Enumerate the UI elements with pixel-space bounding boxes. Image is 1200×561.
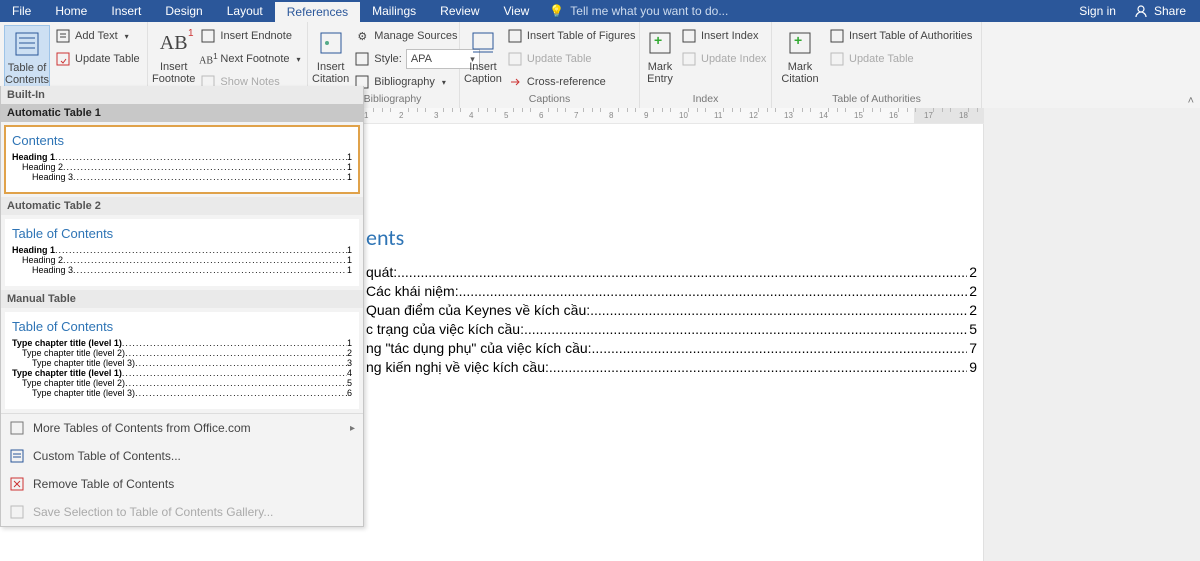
collapse-ribbon-button[interactable]: ˄	[1188, 95, 1194, 107]
toc-preview-title: Table of Contents	[12, 319, 352, 334]
sign-in-button[interactable]: Sign in	[1079, 4, 1116, 18]
share-button[interactable]: Share	[1134, 4, 1186, 18]
group-toa: + Mark Citation Insert Table of Authorit…	[772, 22, 982, 109]
toc-entry: quát:...................................…	[366, 263, 977, 282]
tof-icon	[507, 28, 523, 44]
footnote-icon: AB1	[158, 27, 190, 59]
toc-entry: c trạng của việc kích cầu: .............…	[366, 320, 977, 339]
svg-text:+: +	[654, 32, 662, 48]
remove-icon	[9, 476, 25, 492]
toc-label: Table of Contents	[5, 62, 49, 86]
group-index: + Mark Entry Insert Index Update Index I…	[640, 22, 772, 109]
toc-gallery-dropdown: Built-In Automatic Table 1 Contents Head…	[0, 86, 364, 527]
caption-icon	[467, 27, 499, 59]
update-table-button[interactable]: Update Table	[51, 48, 144, 70]
right-margin-area	[984, 108, 1200, 561]
tab-insert[interactable]: Insert	[99, 0, 153, 22]
insert-toa-button[interactable]: Insert Table of Authorities	[825, 25, 976, 47]
endnote-icon	[200, 28, 216, 44]
style-icon	[354, 51, 370, 67]
update-icon	[55, 51, 71, 67]
mark-entry-icon: +	[644, 27, 676, 59]
add-text-icon	[55, 28, 71, 44]
tab-layout[interactable]: Layout	[215, 0, 275, 22]
remove-toc-button[interactable]: Remove Table of Contents	[1, 470, 363, 498]
office-icon	[9, 420, 25, 436]
update-index-button[interactable]: Update Index	[677, 48, 770, 70]
group-label-toa: Table of Authorities	[776, 90, 977, 108]
share-icon	[1134, 4, 1148, 18]
toc-preview-title: Contents	[12, 133, 352, 148]
tab-references[interactable]: References	[275, 0, 360, 22]
next-footnote-button[interactable]: AB1 Next Footnote▾	[196, 48, 304, 70]
add-text-button[interactable]: Add Text▾	[51, 25, 144, 47]
titlebar: File Home Insert Design Layout Reference…	[0, 0, 1200, 22]
lightbulb-icon: 💡	[549, 4, 564, 18]
tab-mailings[interactable]: Mailings	[360, 0, 428, 22]
tab-file[interactable]: File	[0, 0, 43, 22]
insert-index-button[interactable]: Insert Index	[677, 25, 770, 47]
table-of-figures-button[interactable]: Insert Table of Figures	[503, 25, 640, 47]
insert-caption-button[interactable]: Insert Caption	[464, 25, 502, 85]
menu-tabs: File Home Insert Design Layout Reference…	[0, 0, 541, 22]
toc-entry: Các khái niệm: .........................…	[366, 282, 977, 301]
insert-index-icon	[681, 28, 697, 44]
citation-icon	[315, 27, 347, 59]
update-toa-button[interactable]: Update Table	[825, 48, 976, 70]
more-toc-button[interactable]: More Tables of Contents from Office.com▸	[1, 414, 363, 442]
gallery-item-manual[interactable]: Table of Contents Type chapter title (le…	[5, 312, 359, 409]
gallery-item-auto2[interactable]: Table of Contents Heading 1.............…	[5, 219, 359, 286]
tab-home[interactable]: Home	[43, 0, 99, 22]
toc-entry: ng "tác dụng phụ" của việc kích cầu: ...…	[366, 339, 977, 358]
next-footnote-icon: AB1	[200, 51, 216, 67]
svg-text:+: +	[794, 32, 802, 48]
toc-preview-lines: Heading 1...............................…	[12, 245, 352, 275]
toc-icon	[11, 28, 43, 60]
xref-icon	[507, 74, 523, 90]
titlebar-right: Sign in Share	[1079, 0, 1200, 22]
document-content: ents quát:..............................…	[364, 224, 983, 377]
tab-view[interactable]: View	[492, 0, 542, 22]
toc-entry: Quan điểm của Keynes về kích cầu:.......…	[366, 301, 977, 320]
tell-me-placeholder: Tell me what you want to do...	[570, 4, 728, 18]
mark-entry-button[interactable]: + Mark Entry	[644, 25, 676, 85]
mark-citation-button[interactable]: + Mark Citation	[776, 25, 824, 85]
insert-footnote-button[interactable]: AB1 Insert Footnote	[152, 25, 195, 85]
custom-toc-button[interactable]: Custom Table of Contents...	[1, 442, 363, 470]
update-toa-icon	[829, 51, 845, 67]
update-index-icon	[681, 51, 697, 67]
toc-preview-title: Table of Contents	[12, 226, 352, 241]
toc-entry: ng kiến nghị về việc kích cầu: .........…	[366, 358, 977, 377]
gallery-auto2-header: Automatic Table 2	[1, 197, 363, 215]
gallery-commands: More Tables of Contents from Office.com▸…	[1, 413, 363, 526]
save-icon	[9, 504, 25, 520]
custom-toc-icon	[9, 448, 25, 464]
gallery-manual-header: Manual Table	[1, 290, 363, 308]
gallery-auto1-header: Automatic Table 1	[1, 104, 363, 122]
tab-review[interactable]: Review	[428, 0, 491, 22]
group-label-captions: Captions	[464, 90, 635, 108]
tab-design[interactable]: Design	[153, 0, 214, 22]
document-area[interactable]: ents quát:..............................…	[364, 124, 984, 561]
insert-endnote-button[interactable]: Insert Endnote	[196, 25, 304, 47]
insert-toa-icon	[829, 28, 845, 44]
group-captions: Insert Caption Insert Table of Figures U…	[460, 22, 640, 109]
toc-preview-lines: Type chapter title (level 1)............…	[12, 338, 352, 398]
captions-update-table-button[interactable]: Update Table	[503, 48, 640, 70]
tell-me-search[interactable]: 💡 Tell me what you want to do...	[549, 0, 728, 22]
page-title: ents	[366, 224, 977, 251]
gallery-section-builtin: Built-In	[1, 86, 363, 104]
save-selection-toc-button: Save Selection to Table of Contents Gall…	[1, 498, 363, 526]
group-label-index: Index	[644, 90, 767, 108]
update-icon	[507, 51, 523, 67]
toc-preview-lines: Heading 1...............................…	[12, 152, 352, 182]
manage-icon: ⚙	[354, 28, 370, 44]
mark-citation-icon: +	[784, 27, 816, 59]
gallery-item-auto1[interactable]: Contents Heading 1......................…	[4, 125, 360, 194]
